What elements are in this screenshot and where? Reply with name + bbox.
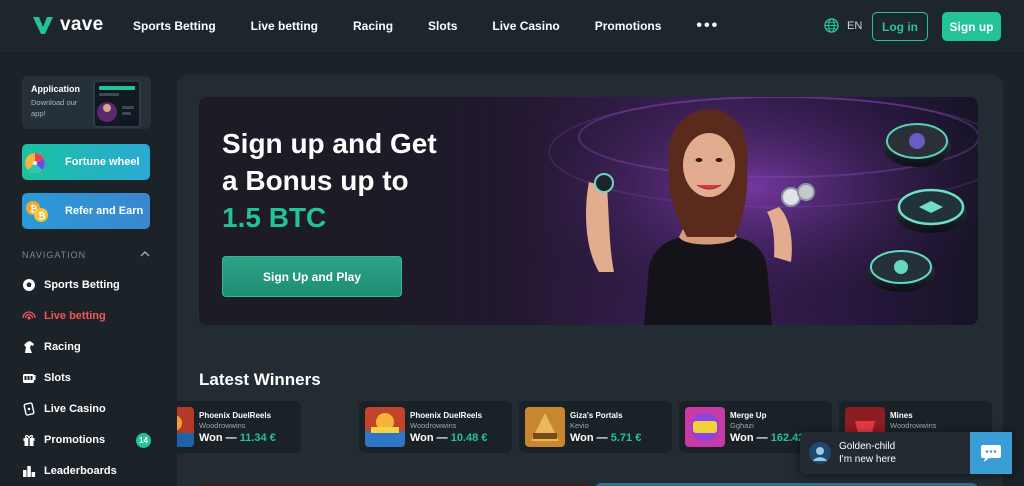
winner-game-name: Phoenix DuelReels <box>199 411 272 420</box>
fortune-wheel-button[interactable]: Fortune wheel <box>22 144 150 180</box>
soccer-ball-icon <box>23 279 35 291</box>
hero-casino-woman-image <box>529 97 978 325</box>
winner-amount: Won — 162.42 <box>730 432 805 444</box>
winner-game-name: Giza's Portals <box>570 411 623 420</box>
game-thumbnail <box>177 407 194 447</box>
winner-username: Woodrowwins <box>410 421 457 430</box>
sidebar-item-label: Promotions <box>44 434 106 446</box>
signup-button[interactable]: Sign up <box>942 12 1001 41</box>
sidebar-item-racing[interactable]: Racing <box>22 337 152 357</box>
svg-text:₿: ₿ <box>38 211 45 222</box>
coins-icon: ₿ ₿ <box>26 201 48 222</box>
app-card-title: Application <box>31 84 80 94</box>
hero-title-line-2: a Bonus up to <box>222 165 409 196</box>
nav-live-betting[interactable]: Live betting <box>251 19 318 33</box>
latest-winners-title: Latest Winners <box>199 370 321 389</box>
nav-sports-betting[interactable]: Sports Betting <box>133 19 216 33</box>
hero-banner[interactable]: Sign up and Get a Bonus up to 1.5 BTC Si… <box>199 97 978 325</box>
winner-amount: Won — 11.34 € <box>199 432 276 444</box>
game-thumbnail <box>525 407 565 447</box>
winner-amount: Won — 10.48 € <box>410 432 488 444</box>
nav-promotions[interactable]: Promotions <box>595 19 662 33</box>
promotions-count-badge: 14 <box>136 433 151 448</box>
gift-icon <box>23 435 35 446</box>
sidebar-item-live-casino[interactable]: Live Casino <box>22 399 152 419</box>
winner-username: Kevio <box>570 421 589 430</box>
language-code: EN <box>847 19 863 32</box>
sidebar-item-label: Sports Betting <box>44 279 120 291</box>
logo-text: vave <box>60 14 104 35</box>
sidebar-item-label: Live Casino <box>44 403 106 415</box>
app-download-card[interactable]: Application Download our app! <box>22 76 151 129</box>
top-nav: Sports Betting Live betting Racing Slots… <box>133 0 719 52</box>
winner-amount: Won — 5.71 € <box>570 432 642 444</box>
winner-username: Woodrowwins <box>890 421 937 430</box>
sidebar-item-label: Live betting <box>44 310 106 322</box>
chat-widget[interactable]: Golden-child I'm new here <box>800 432 1012 474</box>
game-thumbnail <box>365 407 405 447</box>
sidebar-item-sports-betting[interactable]: Sports Betting <box>22 275 152 295</box>
vave-logo-icon <box>33 17 53 34</box>
sidebar-item-label: Racing <box>44 341 81 353</box>
refer-and-earn-button[interactable]: ₿ ₿ Refer and Earn <box>22 193 150 229</box>
chat-username: Golden-child <box>839 441 896 452</box>
sidebar: Application Download our app! Fortune wh… <box>0 52 172 486</box>
winner-card[interactable]: Phoenix DuelReels Woodrowwins Won — 10.4… <box>359 401 512 453</box>
fortune-wheel-label: Fortune wheel <box>65 156 140 168</box>
login-button[interactable]: Log in <box>872 12 928 41</box>
winner-card[interactable]: Phoenix DuelReels Woodrowwins Won — 11.3… <box>177 401 301 453</box>
sidebar-item-leaderboards[interactable]: Leaderboards <box>22 461 152 481</box>
winner-username: Woodrowwins <box>199 421 246 430</box>
winner-username: Gghazi <box>730 421 754 430</box>
sidebar-item-slots[interactable]: Slots <box>22 368 152 388</box>
logo[interactable]: vave <box>32 14 103 36</box>
sign-up-and-play-button[interactable]: Sign Up and Play <box>222 256 402 297</box>
nav-live-casino[interactable]: Live Casino <box>492 19 559 33</box>
sidebar-item-live-betting[interactable]: Live betting <box>22 306 152 326</box>
winner-card[interactable]: Giza's Portals Kevio Won — 5.71 € <box>519 401 672 453</box>
casino-card-icon <box>23 402 35 416</box>
horse-icon <box>24 341 34 353</box>
winner-game-name: Mines <box>890 411 913 420</box>
app-card-subtitle: Download our app! <box>31 98 78 118</box>
phone-preview-image <box>93 80 141 128</box>
chat-message: I'm new here <box>839 454 896 465</box>
chevron-up-icon[interactable] <box>140 249 150 259</box>
slot-machine-icon <box>23 374 36 383</box>
winner-game-name: Phoenix DuelReels <box>410 411 483 420</box>
sidebar-item-label: Leaderboards <box>44 465 117 477</box>
fortune-wheel-icon <box>25 153 45 173</box>
top-navbar: vave Sports Betting Live betting Racing … <box>0 0 1024 52</box>
main-content: Sign up and Get a Bonus up to 1.5 BTC Si… <box>177 75 1003 486</box>
hero-title-line-1: Sign up and Get <box>222 128 437 159</box>
language-selector[interactable]: EN <box>824 18 862 33</box>
globe-icon <box>824 18 839 33</box>
live-broadcast-icon <box>22 311 36 320</box>
navigation-heading: NAVIGATION <box>22 250 87 260</box>
game-thumbnail <box>685 407 725 447</box>
nav-slots[interactable]: Slots <box>428 19 457 33</box>
trophy-icon <box>23 466 36 477</box>
nav-racing[interactable]: Racing <box>353 19 393 33</box>
more-menu-icon[interactable]: ••• <box>696 17 719 35</box>
open-chat-button[interactable] <box>970 432 1012 474</box>
user-avatar-icon <box>809 442 831 464</box>
winner-game-name: Merge Up <box>730 411 767 420</box>
hero-title: Sign up and Get a Bonus up to 1.5 BTC <box>222 125 512 236</box>
hero-bonus-amount: 1.5 BTC <box>222 202 327 233</box>
refer-and-earn-label: Refer and Earn <box>65 205 144 217</box>
sidebar-item-promotions[interactable]: Promotions 14 <box>22 430 152 450</box>
chat-bubble-icon <box>981 445 1001 462</box>
sidebar-item-label: Slots <box>44 372 71 384</box>
